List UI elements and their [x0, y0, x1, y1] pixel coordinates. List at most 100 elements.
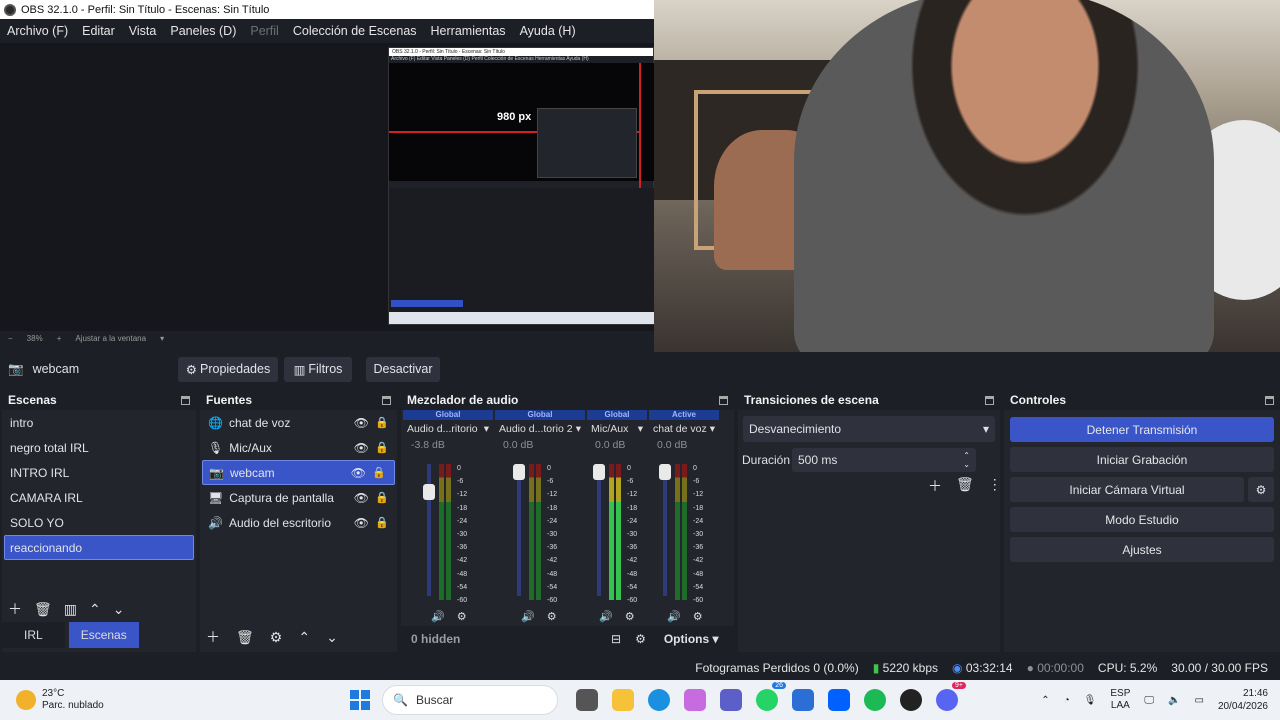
- source-item-selected[interactable]: 📷 webcam 👁 🔒: [202, 460, 395, 485]
- eye-icon[interactable]: 👁: [354, 441, 369, 455]
- tab-escenas[interactable]: Escenas: [68, 622, 139, 648]
- volume-slider-knob[interactable]: [659, 464, 671, 480]
- dropbox-icon[interactable]: [828, 689, 850, 711]
- scene-item-selected[interactable]: reaccionando: [4, 535, 194, 560]
- gear-icon[interactable]: ⚙: [547, 610, 557, 623]
- duration-spinbox[interactable]: 500 ms ⌃ ⌄: [792, 448, 976, 472]
- properties-button[interactable]: ⚙ Propiedades: [178, 356, 278, 382]
- volume-icon[interactable]: 🔈: [1168, 695, 1180, 706]
- undock-icon[interactable]: [1265, 395, 1274, 405]
- trash-icon[interactable]: 🗑: [34, 601, 52, 618]
- deactivate-button[interactable]: Desactivar: [366, 356, 440, 382]
- chevron-down-icon[interactable]: ⌄: [113, 601, 125, 618]
- chevron-down-icon[interactable]: ▾: [710, 423, 715, 435]
- tab-irl[interactable]: IRL: [2, 622, 65, 648]
- menu-editar[interactable]: Editar: [75, 24, 122, 38]
- task-view-icon[interactable]: [576, 689, 598, 711]
- layout-icon[interactable]: ⊟: [611, 632, 621, 646]
- weather-widget[interactable]: 23°C Parc. nublado: [16, 688, 316, 712]
- microphone-icon[interactable]: 🎙: [1084, 695, 1097, 706]
- obs-taskbar-icon[interactable]: [900, 689, 922, 711]
- chevron-up-icon[interactable]: ⌃: [89, 601, 101, 618]
- virtual-camera-settings-button[interactable]: ⚙: [1248, 477, 1274, 502]
- chevron-up-icon[interactable]: ⌃: [1041, 695, 1049, 706]
- display-icon[interactable]: 🖵: [1144, 695, 1154, 706]
- filter-icon[interactable]: ▥: [64, 601, 77, 618]
- volume-slider[interactable]: [593, 464, 605, 596]
- language-indicator[interactable]: ESP LAA: [1110, 688, 1130, 712]
- gear-icon[interactable]: ⚙: [635, 632, 646, 646]
- scene-item[interactable]: CAMARA IRL: [2, 485, 196, 510]
- menu-coleccion-escenas[interactable]: Colección de Escenas: [286, 24, 424, 38]
- scene-item[interactable]: negro total IRL: [2, 435, 196, 460]
- copilot-icon[interactable]: [684, 689, 706, 711]
- chevron-down-icon[interactable]: ⌄: [326, 629, 338, 646]
- store-icon[interactable]: [792, 689, 814, 711]
- scene-item[interactable]: intro: [2, 410, 196, 435]
- add-icon[interactable]: ＋: [928, 476, 942, 496]
- menu-herramientas[interactable]: Herramientas: [424, 24, 513, 38]
- volume-slider[interactable]: [513, 464, 525, 596]
- chevron-down-icon[interactable]: ▾: [576, 423, 581, 435]
- source-item[interactable]: 🖥 Captura de pantalla 👁 🔒: [200, 485, 397, 510]
- gear-icon[interactable]: ⚙: [270, 629, 283, 646]
- channel-name[interactable]: chat de voz ▾: [649, 420, 719, 437]
- volume-slider[interactable]: [659, 464, 671, 596]
- undock-icon[interactable]: [382, 395, 391, 405]
- lock-icon[interactable]: 🔒: [375, 441, 389, 454]
- undock-icon[interactable]: [181, 395, 190, 405]
- zoom-fit-select[interactable]: Ajustar a la ventana: [75, 334, 146, 343]
- options-button[interactable]: Options ▾: [664, 632, 719, 646]
- volume-slider-knob[interactable]: [423, 484, 435, 500]
- gear-icon[interactable]: ⚙: [693, 610, 703, 623]
- eye-icon[interactable]: 👁: [354, 416, 369, 430]
- speaker-icon[interactable]: 🔊: [431, 610, 445, 623]
- scene-item[interactable]: SOLO YO: [2, 510, 196, 535]
- zoom-in-button[interactable]: +: [57, 334, 62, 343]
- stop-stream-button[interactable]: Detener Transmisión: [1010, 417, 1274, 442]
- preview-canvas[interactable]: OBS 32.1.0 - Perfil: Sin Título - Escena…: [0, 43, 654, 331]
- chevron-down-icon[interactable]: ▾: [484, 423, 489, 435]
- lock-icon[interactable]: 🔒: [375, 416, 389, 429]
- settings-button[interactable]: Ajustes: [1010, 537, 1274, 562]
- discord-icon[interactable]: 9+: [936, 682, 966, 711]
- gear-icon[interactable]: ⚙: [625, 610, 635, 623]
- spin-arrows-icon[interactable]: ⌃ ⌄: [963, 451, 970, 469]
- channel-name[interactable]: Mic/Aux ▾: [587, 420, 647, 437]
- undock-icon[interactable]: [985, 395, 994, 405]
- lock-icon[interactable]: 🔒: [372, 466, 386, 479]
- channel-name[interactable]: Audio d...ritorio ▾: [403, 420, 493, 437]
- channel-name[interactable]: Audio d...torio 2 ▾: [495, 420, 585, 437]
- lock-icon[interactable]: 🔒: [375, 516, 389, 529]
- menu-ayuda[interactable]: Ayuda (H): [513, 24, 583, 38]
- spotify-icon[interactable]: [864, 689, 886, 711]
- chevron-up-icon[interactable]: ⌃: [298, 629, 310, 646]
- chevron-down-icon[interactable]: ▾: [638, 423, 643, 435]
- eye-icon[interactable]: 👁: [354, 516, 369, 530]
- more-vertical-icon[interactable]: ⋮: [988, 476, 1002, 496]
- zoom-out-button[interactable]: −: [8, 334, 13, 343]
- volume-slider[interactable]: [423, 464, 435, 596]
- start-recording-button[interactable]: Iniciar Grabación: [1010, 447, 1274, 472]
- menu-archivo[interactable]: Archivo (F): [0, 24, 75, 38]
- whatsapp-icon[interactable]: 26: [756, 682, 786, 711]
- clock[interactable]: 21:46 20/04/2026: [1218, 687, 1268, 713]
- source-item[interactable]: 🌐 chat de voz 👁 🔒: [200, 410, 397, 435]
- start-button[interactable]: [350, 690, 370, 710]
- menu-paneles[interactable]: Paneles (D): [163, 24, 243, 38]
- speaker-icon[interactable]: 🔊: [667, 610, 681, 623]
- volume-slider-knob[interactable]: [513, 464, 525, 480]
- teams-icon[interactable]: [720, 689, 742, 711]
- hidden-count[interactable]: 0 hidden: [411, 632, 601, 646]
- battery-icon[interactable]: ▭: [1194, 695, 1203, 706]
- chevron-down-icon[interactable]: ▾: [160, 334, 164, 343]
- menu-vista[interactable]: Vista: [122, 24, 164, 38]
- file-explorer-icon[interactable]: [612, 689, 634, 711]
- gear-icon[interactable]: ⚙: [457, 610, 467, 623]
- network-icon[interactable]: ◔: [1064, 695, 1070, 706]
- scene-item[interactable]: INTRO IRL: [2, 460, 196, 485]
- trash-icon[interactable]: 🗑: [956, 476, 974, 496]
- taskbar-search[interactable]: 🔍 Buscar: [382, 685, 558, 715]
- lock-icon[interactable]: 🔒: [375, 491, 389, 504]
- edge-icon[interactable]: [648, 689, 670, 711]
